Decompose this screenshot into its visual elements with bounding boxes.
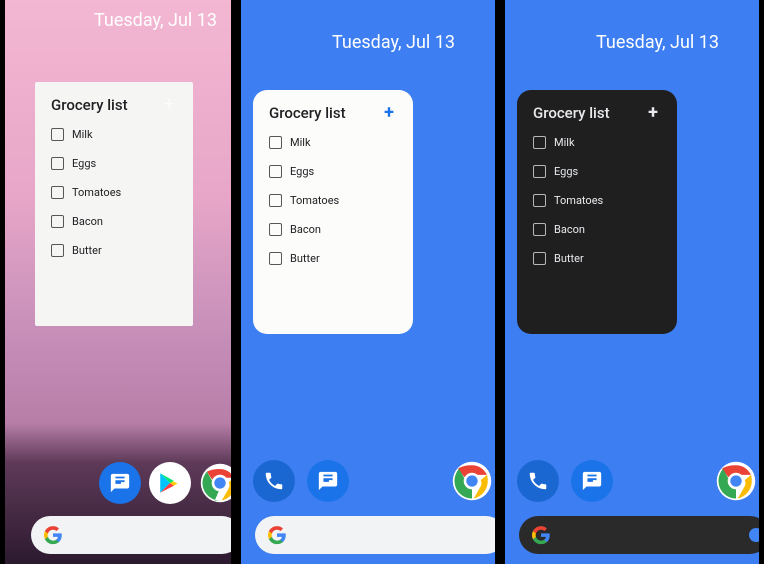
item-label: Bacon xyxy=(72,215,103,228)
checkbox-icon[interactable] xyxy=(533,165,546,178)
widget-title: Grocery list xyxy=(533,104,610,122)
item-label: Eggs xyxy=(290,165,314,178)
list-item[interactable]: Eggs xyxy=(533,159,661,184)
todo-list: Milk Eggs Tomatoes Bacon Butter xyxy=(533,130,661,271)
google-search-bar[interactable] xyxy=(31,516,236,554)
widget-title: Grocery list xyxy=(269,104,346,122)
messages-icon[interactable] xyxy=(307,460,349,502)
item-label: Eggs xyxy=(72,157,96,170)
phone-icon[interactable] xyxy=(253,460,295,502)
app-dock xyxy=(505,460,759,502)
list-item[interactable]: Bacon xyxy=(51,209,177,234)
checkbox-icon[interactable] xyxy=(51,244,64,257)
checkbox-icon[interactable] xyxy=(51,157,64,170)
list-item[interactable]: Bacon xyxy=(533,217,661,242)
list-item[interactable]: Butter xyxy=(51,238,177,263)
chrome-icon[interactable] xyxy=(451,460,493,502)
item-label: Butter xyxy=(290,252,320,265)
chrome-icon[interactable] xyxy=(199,462,236,504)
checkbox-icon[interactable] xyxy=(269,165,282,178)
item-label: Bacon xyxy=(290,223,321,236)
item-label: Milk xyxy=(72,128,93,141)
checkbox-icon[interactable] xyxy=(51,128,64,141)
phone-icon[interactable] xyxy=(517,460,559,502)
checkbox-icon[interactable] xyxy=(51,215,64,228)
todo-list: Milk Eggs Tomatoes Bacon Butter xyxy=(51,122,177,263)
date-text: Tuesday, Jul 13 xyxy=(596,32,719,53)
date-text: Tuesday, Jul 13 xyxy=(94,10,217,31)
list-item[interactable]: Bacon xyxy=(269,217,397,242)
checkbox-icon[interactable] xyxy=(269,252,282,265)
item-label: Milk xyxy=(554,136,575,149)
checkbox-icon[interactable] xyxy=(269,223,282,236)
item-label: Milk xyxy=(290,136,311,149)
play-store-icon[interactable] xyxy=(149,462,191,504)
list-item[interactable]: Eggs xyxy=(269,159,397,184)
checkbox-icon[interactable] xyxy=(533,194,546,207)
phone-screen-1: Tuesday, Jul 13 Grocery list + Milk Eggs… xyxy=(0,0,236,564)
google-logo-icon xyxy=(267,525,287,545)
grocery-widget[interactable]: Grocery list + Milk Eggs Tomatoes Bacon … xyxy=(517,90,677,334)
add-icon[interactable]: + xyxy=(381,105,397,121)
google-logo-icon xyxy=(531,525,551,545)
assistant-dot-icon[interactable] xyxy=(749,528,763,542)
item-label: Eggs xyxy=(554,165,578,178)
item-label: Tomatoes xyxy=(554,194,603,207)
app-dock xyxy=(241,460,495,502)
item-label: Bacon xyxy=(554,223,585,236)
add-icon[interactable]: + xyxy=(645,105,661,121)
phone-screen-3: Tuesday, Jul 13 Grocery list + Milk Eggs… xyxy=(500,0,764,564)
item-label: Tomatoes xyxy=(290,194,339,207)
list-item[interactable]: Tomatoes xyxy=(51,180,177,205)
item-label: Butter xyxy=(554,252,584,265)
list-item[interactable]: Milk xyxy=(269,130,397,155)
chrome-icon[interactable] xyxy=(715,460,757,502)
list-item[interactable]: Butter xyxy=(269,246,397,271)
checkbox-icon[interactable] xyxy=(533,223,546,236)
grocery-widget[interactable]: Grocery list + Milk Eggs Tomatoes Bacon … xyxy=(35,82,193,326)
checkbox-icon[interactable] xyxy=(269,136,282,149)
checkbox-icon[interactable] xyxy=(533,136,546,149)
google-search-bar[interactable] xyxy=(255,516,500,554)
list-item[interactable]: Milk xyxy=(51,122,177,147)
item-label: Butter xyxy=(72,244,102,257)
list-item[interactable]: Eggs xyxy=(51,151,177,176)
list-item[interactable]: Tomatoes xyxy=(269,188,397,213)
phone-screen-2: Tuesday, Jul 13 Grocery list + Milk Eggs… xyxy=(236,0,500,564)
list-item[interactable]: Tomatoes xyxy=(533,188,661,213)
item-label: Tomatoes xyxy=(72,186,121,199)
google-logo-icon xyxy=(43,525,63,545)
app-dock xyxy=(5,462,231,504)
widget-title: Grocery list xyxy=(51,96,128,114)
messages-icon[interactable] xyxy=(571,460,613,502)
messages-icon[interactable] xyxy=(99,462,141,504)
add-icon[interactable]: + xyxy=(161,97,177,113)
date-text: Tuesday, Jul 13 xyxy=(332,32,455,53)
grocery-widget[interactable]: Grocery list + Milk Eggs Tomatoes Bacon … xyxy=(253,90,413,334)
list-item[interactable]: Butter xyxy=(533,246,661,271)
list-item[interactable]: Milk xyxy=(533,130,661,155)
checkbox-icon[interactable] xyxy=(533,252,546,265)
google-search-bar[interactable] xyxy=(519,516,764,554)
checkbox-icon[interactable] xyxy=(51,186,64,199)
todo-list: Milk Eggs Tomatoes Bacon Butter xyxy=(269,130,397,271)
checkbox-icon[interactable] xyxy=(269,194,282,207)
